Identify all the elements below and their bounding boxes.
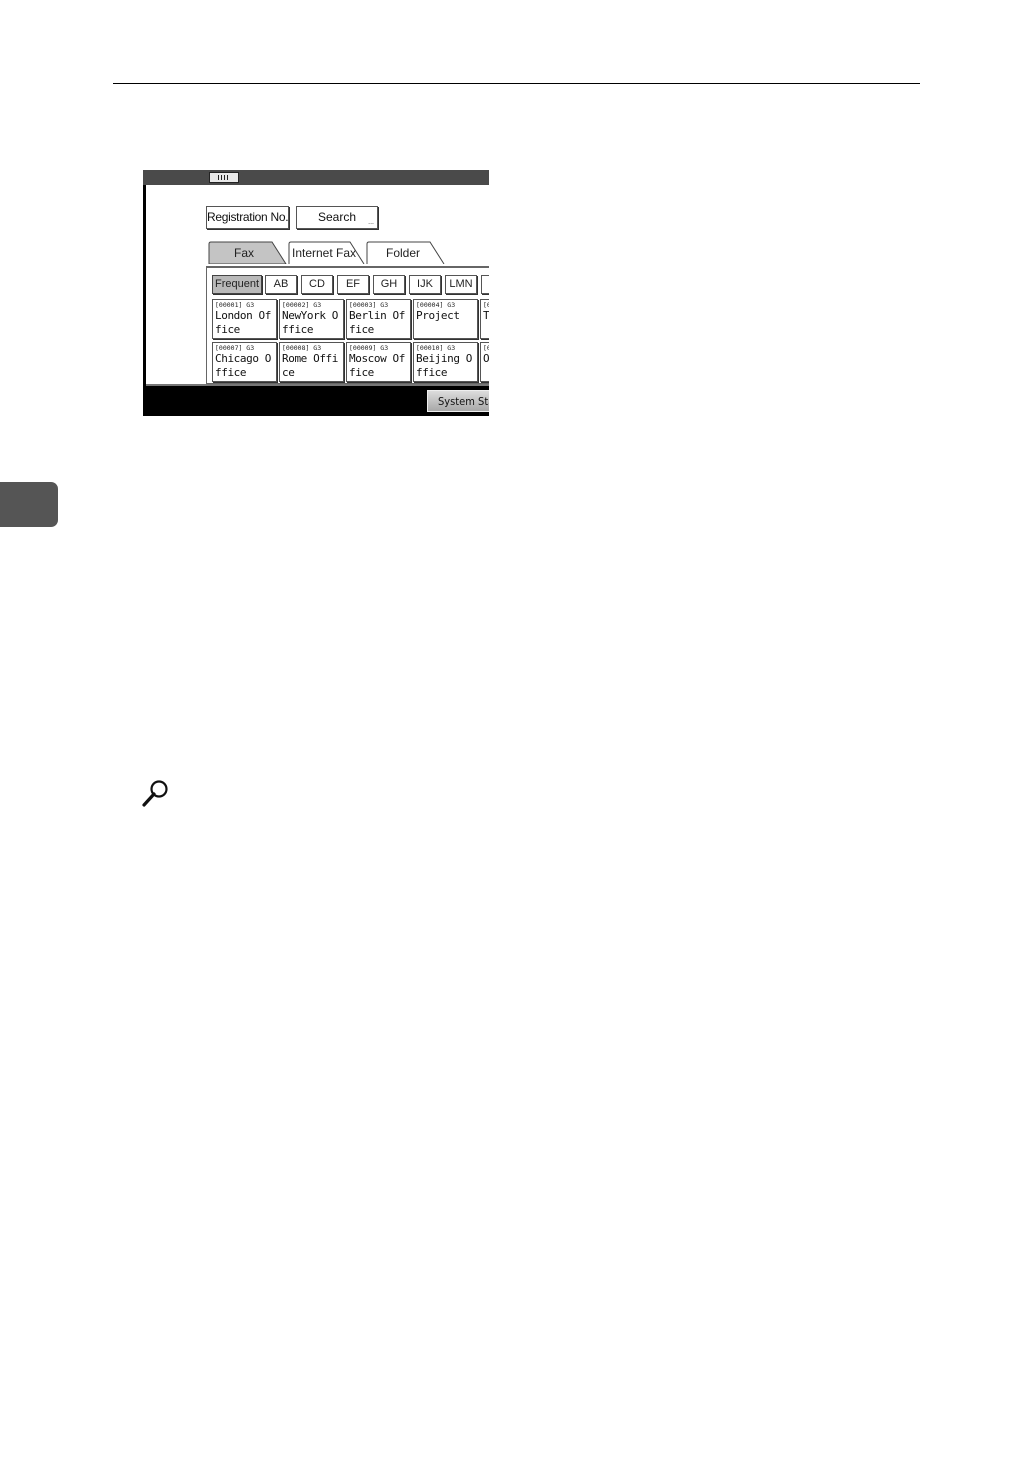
entry-code: [00007] G3	[215, 344, 255, 352]
destination-entry[interactable]: [00003] G3 Berlin Office	[346, 299, 411, 339]
entry-code: [00002] G3	[282, 301, 322, 309]
entry-name: Os	[483, 352, 489, 365]
header-rule	[113, 83, 920, 84]
index-tab-ab[interactable]: AB	[265, 275, 297, 294]
destination-entry[interactable]: [00009] G3 Moscow Office	[346, 342, 411, 382]
entry-name: NewYork Office	[282, 309, 339, 336]
destination-count-icon	[209, 172, 239, 183]
entry-name: Moscow Office	[349, 352, 406, 379]
index-tab-o[interactable]: O	[481, 275, 489, 294]
screen-content: Registration No. Search ... Fax Internet…	[146, 185, 489, 386]
index-tab-label: EF	[345, 278, 361, 290]
index-tab-label: IJK	[417, 278, 433, 290]
entry-code: [00010] G3	[416, 344, 456, 352]
magnifier-icon	[142, 780, 168, 807]
destination-entry[interactable]: [00002] G3 NewYork Office	[279, 299, 344, 339]
entry-code: [00009] G3	[349, 344, 389, 352]
tab-folder-label: Folder	[386, 246, 421, 260]
tab-internet-fax-label: Internet Fax	[292, 246, 357, 260]
entry-name: Berlin Office	[349, 309, 406, 336]
destination-entry[interactable]: [0 To	[480, 299, 489, 339]
destination-entry[interactable]: [00001] G3 London Office	[212, 299, 277, 339]
entry-code: [00003] G3	[349, 301, 389, 309]
registration-no-button[interactable]: Registration No.	[206, 206, 289, 229]
index-tab-gh[interactable]: GH	[373, 275, 405, 294]
system-status-button[interactable]: System Status	[427, 390, 489, 412]
index-tab-ijk[interactable]: IJK	[409, 275, 441, 294]
index-tab-cd[interactable]: CD	[301, 275, 333, 294]
tab-fax[interactable]: Fax	[208, 241, 290, 264]
index-tab-ef[interactable]: EF	[337, 275, 369, 294]
destination-entry[interactable]: [0 Os	[480, 342, 489, 382]
registration-no-label: Registration No.	[207, 210, 289, 224]
entry-code: [0	[483, 344, 489, 352]
index-tab-label: GH	[380, 278, 398, 290]
index-tab-label: CD	[309, 278, 325, 290]
destination-list: Frequent AB CD EF GH IJK LMN O [00001] G…	[206, 266, 489, 384]
entry-name: To	[483, 309, 489, 322]
index-tab-lmn[interactable]: LMN	[445, 275, 477, 294]
entry-code: [00004] G3	[416, 301, 456, 309]
entry-code: [0	[483, 301, 489, 309]
fax-destination-screen: Registration No. Search ... Fax Internet…	[143, 170, 489, 416]
tab-internet-fax[interactable]: Internet Fax	[288, 241, 366, 264]
index-tab-label: AB	[273, 278, 289, 290]
entry-name: Chicago Office	[215, 352, 272, 379]
search-button[interactable]: Search ...	[296, 206, 378, 229]
index-tab-frequent[interactable]: Frequent	[212, 275, 262, 294]
destination-entry[interactable]: [00010] G3 Beijing Office	[413, 342, 478, 382]
destination-entry[interactable]: [00004] G3 Project	[413, 299, 478, 339]
destination-entry[interactable]: [00007] G3 Chicago Office	[212, 342, 277, 382]
index-tab-label: Frequent	[214, 278, 260, 290]
entry-name: London Office	[215, 309, 272, 336]
screen-top-bar	[143, 170, 489, 185]
index-tab-label: LMN	[449, 278, 473, 290]
entry-code: [00001] G3	[215, 301, 255, 309]
entry-name: Project	[416, 309, 460, 322]
destination-entry[interactable]: [00008] G3 Rome Office	[279, 342, 344, 382]
tab-folder[interactable]: Folder	[366, 241, 446, 264]
entry-name: Rome Office	[282, 352, 339, 379]
search-label: Search	[317, 210, 357, 224]
tab-fax-label: Fax	[234, 246, 255, 260]
entry-name: Beijing Office	[416, 352, 473, 379]
search-more-indicator: ...	[368, 219, 374, 226]
entry-code: [00008] G3	[282, 344, 322, 352]
chapter-side-tab	[0, 482, 58, 527]
